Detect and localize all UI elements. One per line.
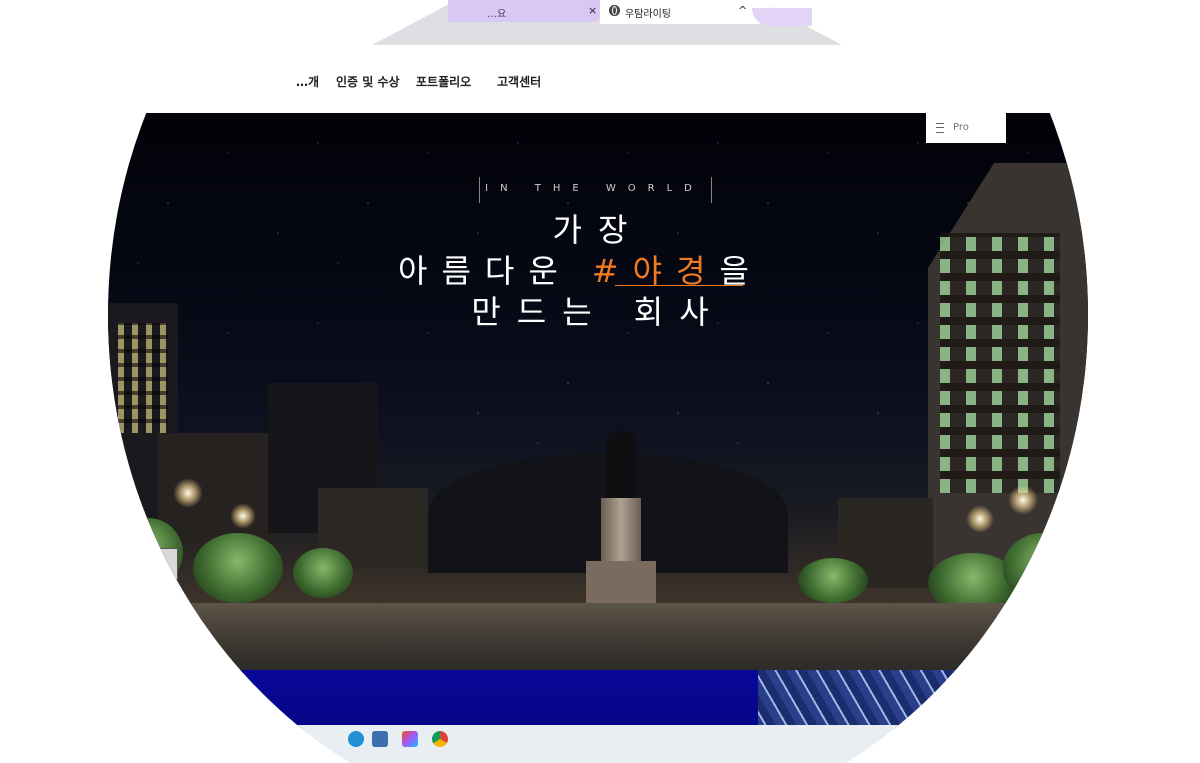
street-sign — [128, 548, 178, 580]
side-product-label: Pro — [953, 122, 969, 133]
accent-underline — [615, 285, 743, 286]
plaza-road — [108, 603, 1088, 673]
browser-tab-previous[interactable] — [448, 0, 600, 22]
site-nav: …개 인증 및 수상 포트폴리오 고객센터 — [0, 73, 1200, 91]
photo-icon[interactable] — [372, 731, 388, 747]
statue-figure — [606, 431, 636, 501]
edge-icon[interactable] — [348, 731, 364, 747]
blue-section — [108, 670, 758, 730]
tree — [293, 548, 353, 598]
street-light — [230, 503, 256, 529]
tree — [1003, 533, 1083, 603]
nav-item-portfolio[interactable]: 포트폴리오 — [416, 73, 471, 90]
building-windows — [118, 323, 168, 433]
chevron-up-icon[interactable]: ^ — [738, 4, 747, 17]
hero-headline-prefix: 아름다운 — [398, 252, 572, 290]
nav-item-about[interactable]: …개 — [296, 73, 319, 90]
os-taskbar — [108, 725, 1088, 763]
list-icon — [936, 123, 944, 133]
browser-tab-accent — [752, 8, 812, 26]
hero-headline-line1: 가장 — [552, 211, 644, 249]
glass-building-image — [758, 670, 1088, 730]
globe-icon — [609, 5, 620, 16]
hero-tagline: IN THE WORLD — [485, 183, 704, 194]
street-light — [966, 505, 994, 533]
chrome-icon[interactable] — [432, 731, 448, 747]
side-product-button[interactable]: Pro — [926, 113, 1006, 143]
browser-tab-active-label: 우탐라이팅 — [625, 9, 671, 20]
figma-icon[interactable] — [402, 731, 418, 747]
tree — [798, 558, 868, 603]
building-right-windows — [940, 233, 1060, 493]
close-icon[interactable]: × — [588, 4, 597, 17]
nav-item-support[interactable]: 고객센터 — [497, 73, 541, 90]
hero-viewport: IN THE WORLD 가장 아름다운 #야경을 만드는 회사 Pro — [108, 113, 1088, 763]
nav-item-certification[interactable]: 인증 및 수상 — [336, 73, 400, 90]
street-light — [173, 478, 203, 508]
tree — [193, 533, 283, 603]
hero-headline-line3: 만드는 회사 — [471, 293, 725, 331]
street-light — [1008, 485, 1038, 515]
browser-tab-previous-label: …요 — [487, 9, 507, 20]
